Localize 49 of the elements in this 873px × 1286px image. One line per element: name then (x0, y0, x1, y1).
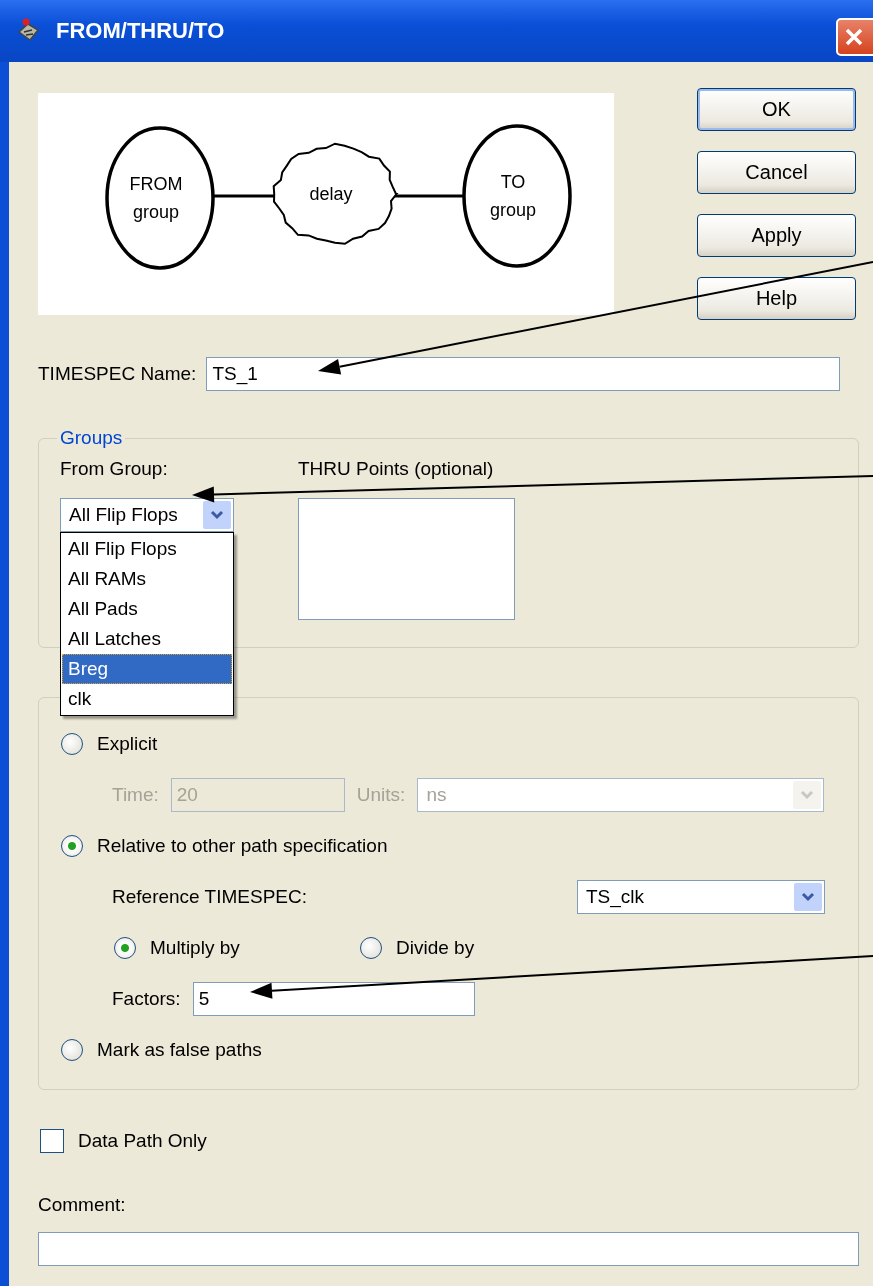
radio-label: Mark as false paths (97, 1038, 262, 1061)
radio-button[interactable] (61, 732, 83, 755)
factors-field[interactable]: 5 (192, 981, 475, 1016)
dropdown-option[interactable]: All Flip Flops (62, 534, 232, 564)
reference-timespec-dropdown[interactable]: TS_clk (577, 879, 825, 914)
comment-field[interactable] (38, 1232, 859, 1266)
dropdown-option[interactable]: clk (62, 684, 232, 714)
dropdown-icon (794, 882, 822, 911)
thru-points-list[interactable] (298, 498, 515, 620)
radio-button[interactable] (61, 834, 83, 857)
checkbox[interactable] (40, 1129, 64, 1153)
from-group-dropdown[interactable]: All Flip Flops (60, 498, 234, 532)
dropdown-option[interactable]: All Pads (62, 594, 232, 624)
radio-button[interactable] (360, 936, 382, 959)
node-label: FROM group (129, 174, 183, 222)
radio-label: Multiply by (150, 936, 240, 959)
field-label: Units: (356, 783, 406, 806)
dialog-button[interactable]: Apply (697, 214, 856, 257)
field-label: Time: (112, 783, 159, 806)
dialog-button[interactable]: Help (697, 277, 856, 320)
field-label: Factors: (112, 987, 181, 1010)
field-label: Reference TIMESPEC: (112, 885, 307, 908)
field-label: TIMESPEC Name: (38, 363, 197, 385)
radio-label: Relative to other path specification (97, 834, 388, 857)
close-button[interactable] (836, 18, 873, 56)
dropdown-icon (203, 501, 231, 529)
dialog-button[interactable]: OK (697, 88, 856, 131)
window-title: FROM/THRU/TO (56, 18, 225, 44)
field-label: Comment: (38, 1194, 127, 1216)
field-label: From Group: (60, 458, 169, 480)
dropdown-icon (793, 780, 822, 809)
radio-button[interactable] (114, 936, 136, 959)
close-icon (843, 26, 865, 48)
radio-button[interactable] (61, 1038, 83, 1061)
timespec-name-field[interactable]: TS_1 (206, 357, 841, 391)
node-label: TO group (490, 172, 536, 220)
node-label: delay (309, 184, 353, 204)
dialog-button[interactable]: Cancel (697, 151, 856, 194)
group-legend: Groups (57, 427, 126, 449)
radio-label: Divide by (396, 936, 475, 959)
dropdown-option[interactable]: Breg (62, 654, 232, 684)
app-icon (16, 18, 42, 44)
connector-line (394, 194, 464, 198)
dropdown-option[interactable]: All RAMs (62, 564, 232, 594)
field-label: THRU Points (optional) (298, 458, 495, 480)
connector-line (213, 194, 276, 198)
checkbox-label: Data Path Only (78, 1130, 207, 1152)
dropdown-option[interactable]: All Latches (62, 624, 232, 654)
radio-label: Explicit (97, 732, 158, 755)
